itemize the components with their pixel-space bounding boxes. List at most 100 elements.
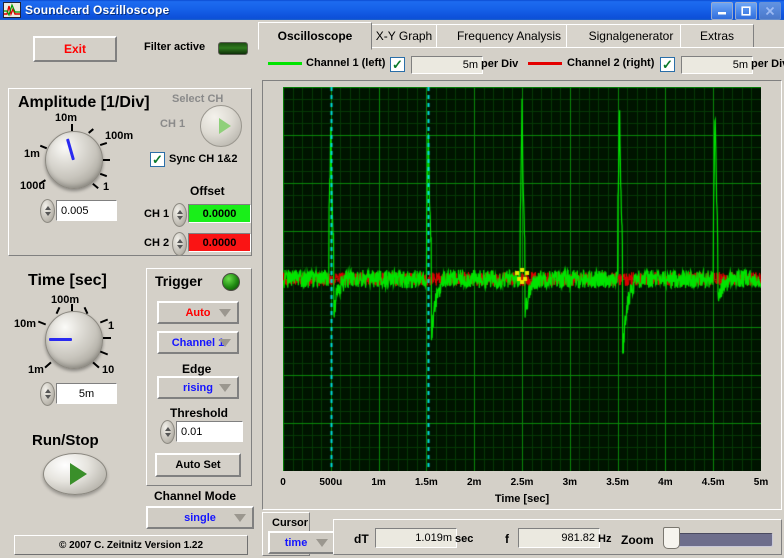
chevron-down-icon bbox=[219, 384, 231, 392]
filter-active-label: Filter active bbox=[144, 41, 205, 53]
time-title: Time [sec] bbox=[28, 272, 107, 290]
time-knob-label-10m: 10m bbox=[14, 318, 36, 330]
amplitude-knob-label-100u: 100u bbox=[20, 180, 45, 192]
trigger-threshold-label: Threshold bbox=[170, 406, 228, 420]
offset-ch1-label: CH 1 bbox=[144, 208, 169, 220]
waveform-icon bbox=[3, 2, 21, 18]
amplitude-spinner[interactable] bbox=[40, 199, 55, 223]
x-axis-tick-label: 0 bbox=[280, 477, 286, 488]
x-axis-tick-label: 4m bbox=[658, 477, 672, 488]
chevron-down-icon bbox=[219, 339, 231, 347]
time-spinner[interactable] bbox=[40, 382, 55, 406]
trigger-threshold-spinner[interactable] bbox=[160, 420, 175, 444]
x-axis-tick-label: 2.5m bbox=[511, 477, 534, 488]
cursor-mode-value: time bbox=[285, 537, 308, 549]
time-knob-label-10: 10 bbox=[102, 364, 114, 376]
dt-unit: sec bbox=[455, 533, 473, 545]
amplitude-knob[interactable] bbox=[45, 131, 103, 189]
time-tick bbox=[38, 321, 46, 326]
amplitude-knob-label-100m: 100m bbox=[105, 130, 133, 142]
tab-extras[interactable]: Extras bbox=[680, 24, 754, 47]
trigger-edge-label: Edge bbox=[182, 362, 211, 376]
tab-bar: Oscilloscope X-Y Graph Frequency Analysi… bbox=[258, 22, 784, 48]
amplitude-value-input[interactable]: 0.005 bbox=[56, 200, 117, 221]
time-tick bbox=[100, 319, 108, 324]
channel-mode-value: single bbox=[184, 512, 216, 524]
exit-button[interactable]: Exit bbox=[33, 36, 117, 62]
time-tick bbox=[100, 351, 108, 356]
channel1-per-div-label: per Div bbox=[481, 58, 518, 70]
offset-ch2-input[interactable]: 0.0000 bbox=[188, 233, 251, 252]
x-axis-tick-label: 3.5m bbox=[606, 477, 629, 488]
time-knob[interactable] bbox=[45, 311, 103, 369]
x-axis-tick-label: 1m bbox=[371, 477, 385, 488]
maximize-icon[interactable] bbox=[735, 2, 757, 20]
run-stop-button[interactable] bbox=[43, 453, 107, 495]
time-knob-label-1: 1 bbox=[108, 320, 114, 332]
channel1-checkbox[interactable]: ✓ bbox=[390, 57, 405, 72]
channel1-label: Channel 1 (left) bbox=[306, 57, 385, 69]
auto-set-button[interactable]: Auto Set bbox=[155, 453, 241, 477]
x-axis-tick-label: 500u bbox=[319, 477, 342, 488]
run-stop-title: Run/Stop bbox=[32, 432, 99, 449]
offset-ch2-label: CH 2 bbox=[144, 237, 169, 249]
trigger-edge-select[interactable]: rising bbox=[157, 376, 239, 399]
offset-ch1-spinner[interactable] bbox=[172, 203, 187, 227]
dt-label: dT bbox=[354, 532, 369, 546]
trigger-source-select[interactable]: Channel 1 bbox=[157, 331, 239, 354]
amplitude-knob-label-10m: 10m bbox=[55, 112, 77, 124]
amplitude-tick bbox=[71, 124, 73, 131]
time-tick bbox=[103, 337, 111, 339]
x-axis-tick-label: 5m bbox=[754, 477, 768, 488]
amplitude-knob-label-1: 1 bbox=[103, 181, 109, 193]
channel1-per-div-input[interactable]: 5m bbox=[411, 56, 483, 74]
select-ch-knob[interactable] bbox=[200, 105, 242, 147]
trigger-title: Trigger bbox=[155, 273, 202, 289]
x-axis-tick-label: 3m bbox=[563, 477, 577, 488]
copyright-footer: © 2007 C. Zeitnitz Version 1.22 bbox=[14, 535, 248, 555]
x-axis-title: Time [sec] bbox=[263, 493, 781, 505]
trigger-edge-value: rising bbox=[183, 382, 213, 394]
channel2-label: Channel 2 (right) bbox=[567, 57, 654, 69]
chevron-down-icon bbox=[234, 514, 246, 522]
channel2-checkbox[interactable]: ✓ bbox=[660, 57, 675, 72]
trigger-led bbox=[222, 273, 240, 291]
chevron-down-icon bbox=[316, 539, 328, 547]
tab-signalgenerator[interactable]: Signalgenerator bbox=[566, 24, 696, 47]
time-knob-label-1m: 1m bbox=[28, 364, 44, 376]
select-ch-value: CH 1 bbox=[160, 118, 185, 130]
time-tick bbox=[44, 362, 51, 369]
tab-frequency-analysis[interactable]: Frequency Analysis bbox=[436, 24, 582, 47]
x-axis-tick-label: 1.5m bbox=[415, 477, 438, 488]
time-knob-label-100m: 100m bbox=[51, 294, 79, 306]
channel-mode-select[interactable]: single bbox=[146, 506, 254, 529]
cursor-mode-select[interactable]: time bbox=[268, 531, 336, 554]
frequency-unit: Hz bbox=[598, 533, 611, 545]
sync-channels-label: Sync CH 1&2 bbox=[169, 153, 237, 165]
filter-active-led bbox=[218, 42, 248, 55]
channel2-color-swatch bbox=[528, 62, 562, 65]
offset-ch1-input[interactable]: 0.0000 bbox=[188, 204, 251, 223]
chevron-down-icon bbox=[219, 309, 231, 317]
amplitude-tick bbox=[103, 159, 110, 161]
dt-value: 1.019m bbox=[375, 528, 457, 548]
trigger-mode-select[interactable]: Auto bbox=[157, 301, 239, 324]
trigger-threshold-input[interactable]: 0.01 bbox=[176, 421, 243, 442]
close-icon[interactable] bbox=[759, 2, 781, 20]
minimize-icon[interactable] bbox=[711, 2, 733, 20]
time-tick bbox=[92, 362, 99, 369]
offset-ch2-spinner[interactable] bbox=[172, 232, 187, 256]
x-axis-tick-label: 4.5m bbox=[702, 477, 725, 488]
select-ch-label: Select CH bbox=[172, 93, 223, 105]
x-axis-tick-label: 2m bbox=[467, 477, 481, 488]
trigger-source-value: Channel 1 bbox=[172, 337, 225, 349]
offset-title: Offset bbox=[190, 184, 225, 198]
tab-oscilloscope[interactable]: Oscilloscope bbox=[258, 22, 372, 50]
channel2-per-div-input[interactable]: 5m bbox=[681, 56, 753, 74]
app-window: Soundcard Oszilloscope Exit Filter activ… bbox=[0, 0, 784, 558]
oscilloscope-canvas[interactable] bbox=[283, 87, 761, 471]
zoom-slider-thumb[interactable] bbox=[663, 527, 680, 549]
zoom-slider-track[interactable] bbox=[666, 533, 773, 547]
sync-channels-checkbox[interactable]: ✓ bbox=[150, 152, 165, 167]
time-value-input[interactable]: 5m bbox=[56, 383, 117, 404]
